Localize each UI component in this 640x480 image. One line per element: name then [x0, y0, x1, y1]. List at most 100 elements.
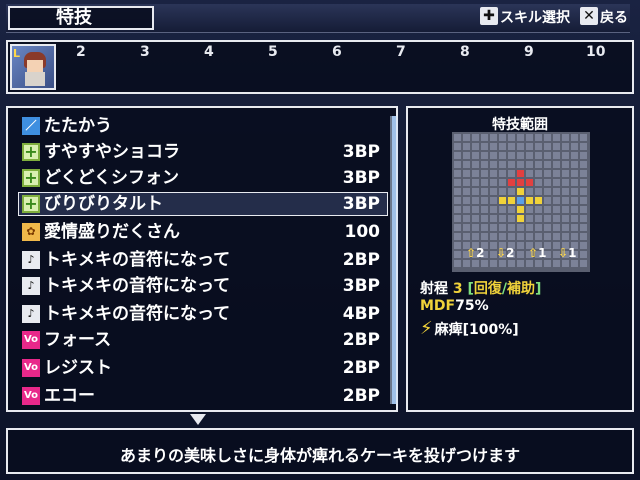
range-cell — [544, 188, 551, 195]
skill-cost: 3BP — [342, 142, 380, 162]
range-cell — [544, 206, 551, 213]
cancel-button-icon[interactable]: ✕ — [580, 7, 598, 25]
range-cell — [553, 224, 560, 231]
range-cell — [463, 215, 470, 222]
range-cell — [544, 224, 551, 231]
range-cell — [454, 197, 461, 204]
unit-value: 1 — [538, 246, 547, 260]
party-slot-3[interactable]: 3 — [140, 44, 150, 60]
range-cell — [517, 143, 524, 150]
skill-range-panel: 特技範囲 ⇧2 ⇩2 ⇧1 ⇩1 射程 3 [回復/補助] MDF75% ⚡ 麻痺… — [406, 106, 634, 412]
attack-icon: ／ — [22, 117, 40, 135]
range-cell — [535, 134, 542, 141]
skill-row[interactable]: ✿ 愛情盛りだくさん 100 — [22, 220, 392, 246]
range-cell — [481, 188, 488, 195]
range-cell — [472, 215, 479, 222]
range-cell — [472, 188, 479, 195]
range-cell — [508, 152, 515, 159]
range-cell — [544, 170, 551, 177]
skill-row[interactable]: ♪ トキメキの音符になって 3BP — [22, 274, 392, 300]
skill-row[interactable]: ♪ トキメキの音符になって 2BP — [22, 248, 392, 274]
skill-row[interactable]: ／ たたかう — [22, 114, 392, 140]
skill-cost: 100 — [344, 222, 381, 242]
range-cell — [571, 233, 578, 240]
range-cell — [535, 179, 542, 186]
range-cell — [571, 197, 578, 204]
range-cell — [490, 179, 497, 186]
range-cell — [508, 134, 515, 141]
skill-cost: 2BP — [342, 330, 380, 350]
voice-icon: Vo — [22, 359, 40, 377]
back-button[interactable]: 戻る — [600, 8, 628, 28]
range-cell — [571, 134, 578, 141]
range-cell — [517, 224, 524, 231]
range-cell — [553, 143, 560, 150]
range-cell — [535, 206, 542, 213]
range-cell — [454, 143, 461, 150]
range-cell — [553, 134, 560, 141]
range-cell — [544, 152, 551, 159]
effect-label: 麻痺[100%] — [434, 322, 519, 338]
range-cell — [562, 188, 569, 195]
range-cell — [526, 206, 533, 213]
skill-row[interactable]: Vo エコー 2BP — [22, 384, 392, 410]
skill-name: 愛情盛りだくさん — [44, 222, 180, 242]
range-cell — [481, 197, 488, 204]
range-cell — [562, 179, 569, 186]
range-cell — [481, 152, 488, 159]
unit-marker: ⇧1 — [528, 246, 546, 260]
range-cell — [481, 134, 488, 141]
voice-icon: Vo — [22, 331, 40, 349]
scroll-down-arrow-icon[interactable] — [190, 414, 206, 425]
range-cell — [454, 170, 461, 177]
range-cell — [553, 197, 560, 204]
range-cell — [508, 233, 515, 240]
scrollbar-thumb[interactable] — [390, 116, 398, 404]
range-cell — [454, 179, 461, 186]
skill-cost: 4BP — [342, 304, 380, 324]
range-cell — [481, 143, 488, 150]
range-cell — [553, 179, 560, 186]
skill-row[interactable]: Vo レジスト 2BP — [22, 356, 392, 382]
mdf-stat: MDF75% — [420, 298, 489, 314]
skill-name: すやすやショコラ — [44, 142, 180, 162]
range-cell — [571, 206, 578, 213]
range-label: 射程 — [420, 281, 448, 297]
music-note-icon: ♪ — [22, 251, 40, 269]
party-slot-2[interactable]: 2 — [76, 44, 86, 60]
character-portrait[interactable]: L — [10, 44, 56, 90]
skill-row[interactable]: + どくどくシフォン 3BP — [22, 166, 392, 192]
party-slot-4[interactable]: 4 — [204, 44, 214, 60]
range-cell — [580, 143, 587, 150]
range-cell — [463, 143, 470, 150]
range-cell — [490, 206, 497, 213]
range-cell — [490, 161, 497, 168]
scrollbar[interactable] — [390, 116, 398, 404]
up-arrow-icon: ⇧ — [466, 246, 477, 260]
heal-icon: + — [22, 195, 40, 213]
skill-row[interactable]: + すやすやショコラ 3BP — [22, 140, 392, 166]
skill-row[interactable]: Vo フォース 2BP — [22, 328, 392, 354]
range-cell — [463, 233, 470, 240]
party-slot-8[interactable]: 8 — [460, 44, 470, 60]
skill-row-selected[interactable]: + びりびりタルト 3BP — [22, 192, 392, 218]
skill-row[interactable]: ♪ トキメキの音符になって 4BP — [22, 302, 392, 328]
party-slot-7[interactable]: 7 — [396, 44, 406, 60]
range-cell — [526, 134, 533, 141]
range-cell — [481, 233, 488, 240]
party-slot-6[interactable]: 6 — [332, 44, 342, 60]
party-slot-10[interactable]: 10 — [586, 44, 605, 60]
party-slot-5[interactable]: 5 — [268, 44, 278, 60]
range-cell — [526, 170, 533, 177]
range-cell — [562, 152, 569, 159]
range-cell — [535, 188, 542, 195]
range-cell — [580, 233, 587, 240]
range-cell — [481, 206, 488, 213]
skill-description: あまりの美味しさに身体が痺れるケーキを投げつけます — [119, 446, 520, 465]
skill-name: レジスト — [44, 358, 112, 378]
range-cell — [472, 161, 479, 168]
range-cell — [490, 152, 497, 159]
skill-name: トキメキの音符になって — [44, 276, 231, 296]
range-cell — [481, 170, 488, 177]
party-slot-9[interactable]: 9 — [524, 44, 534, 60]
